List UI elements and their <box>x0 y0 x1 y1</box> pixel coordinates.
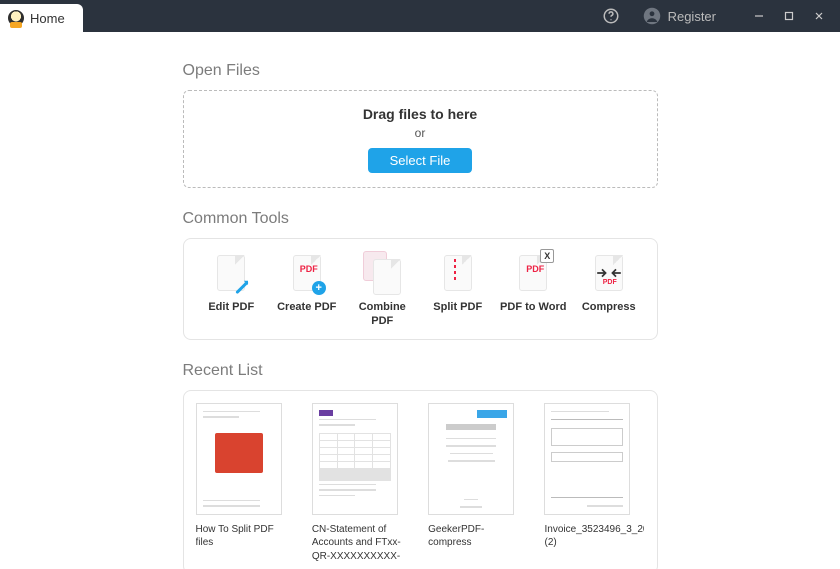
tool-label: Combine PDF <box>348 301 416 329</box>
recent-filename: GeekerPDF-compress <box>428 523 526 550</box>
tool-edit-pdf[interactable]: Edit PDF <box>197 253 265 329</box>
main-content: Open Files Drag files to here or Select … <box>0 32 840 569</box>
thumbnail-icon <box>544 403 630 515</box>
tools-panel: Edit PDF PDF + Create PDF Combine PDF <box>183 238 658 340</box>
tool-combine-pdf[interactable]: Combine PDF <box>348 253 416 329</box>
thumbnail-icon <box>428 403 514 515</box>
dropzone-or: or <box>415 126 426 140</box>
recent-filename: How To Split PDF files <box>196 523 294 550</box>
tool-split-pdf[interactable]: Split PDF <box>424 253 492 329</box>
tab-home[interactable]: Home <box>0 4 83 32</box>
recent-filename: Invoice_3523496_3_2023 (2) <box>544 523 644 550</box>
help-icon[interactable] <box>600 5 622 27</box>
recent-filename: CN-Statement of Accounts and FTxx-QR-XXX… <box>312 523 410 565</box>
recent-item[interactable]: Invoice_3523496_3_2023 (2) <box>544 403 644 565</box>
user-icon <box>642 6 662 26</box>
common-tools-title: Common Tools <box>183 210 658 228</box>
minimize-button[interactable] <box>744 0 774 32</box>
close-button[interactable] <box>804 0 834 32</box>
recent-item[interactable]: How To Split PDF files <box>196 403 294 565</box>
compress-icon: PDF <box>592 253 626 293</box>
register-label: Register <box>668 9 716 24</box>
open-files-title: Open Files <box>183 62 658 80</box>
tool-label: Compress <box>582 301 636 315</box>
thumbnail-icon <box>196 403 282 515</box>
dropzone-text: Drag files to here <box>363 106 477 122</box>
app-logo-icon <box>8 10 24 26</box>
tool-label: Edit PDF <box>208 301 254 315</box>
edit-pdf-icon <box>214 253 248 293</box>
common-tools-section: Common Tools Edit PDF PDF + Create PDF <box>183 210 658 340</box>
select-file-button[interactable]: Select File <box>368 148 473 173</box>
register-button[interactable]: Register <box>636 6 722 26</box>
tool-create-pdf[interactable]: PDF + Create PDF <box>273 253 341 329</box>
titlebar: Home Register <box>0 0 840 32</box>
tool-label: PDF to Word <box>500 301 566 315</box>
split-pdf-icon <box>441 253 475 293</box>
window-controls <box>744 0 834 32</box>
tool-label: Create PDF <box>277 301 336 315</box>
dropzone[interactable]: Drag files to here or Select File <box>183 90 658 188</box>
recent-panel: How To Split PDF files CN-Statement of A… <box>183 390 658 569</box>
thumbnail-icon <box>312 403 398 515</box>
tool-compress[interactable]: PDF Compress <box>575 253 643 329</box>
recent-list-title: Recent List <box>183 362 658 380</box>
tool-pdf-to-word[interactable]: PDF X PDF to Word <box>499 253 567 329</box>
recent-list-section: Recent List How To Split PDF files <box>183 362 658 569</box>
recent-item[interactable]: GeekerPDF-compress <box>428 403 526 565</box>
create-pdf-icon: PDF + <box>290 253 324 293</box>
titlebar-right: Register <box>600 0 840 32</box>
tab-label: Home <box>30 11 65 26</box>
tool-label: Split PDF <box>433 301 482 315</box>
recent-item[interactable]: CN-Statement of Accounts and FTxx-QR-XXX… <box>312 403 410 565</box>
pdf-to-word-icon: PDF X <box>516 253 550 293</box>
maximize-button[interactable] <box>774 0 804 32</box>
combine-pdf-icon <box>365 253 399 293</box>
titlebar-spacer <box>83 0 600 32</box>
open-files-section: Open Files Drag files to here or Select … <box>183 62 658 188</box>
